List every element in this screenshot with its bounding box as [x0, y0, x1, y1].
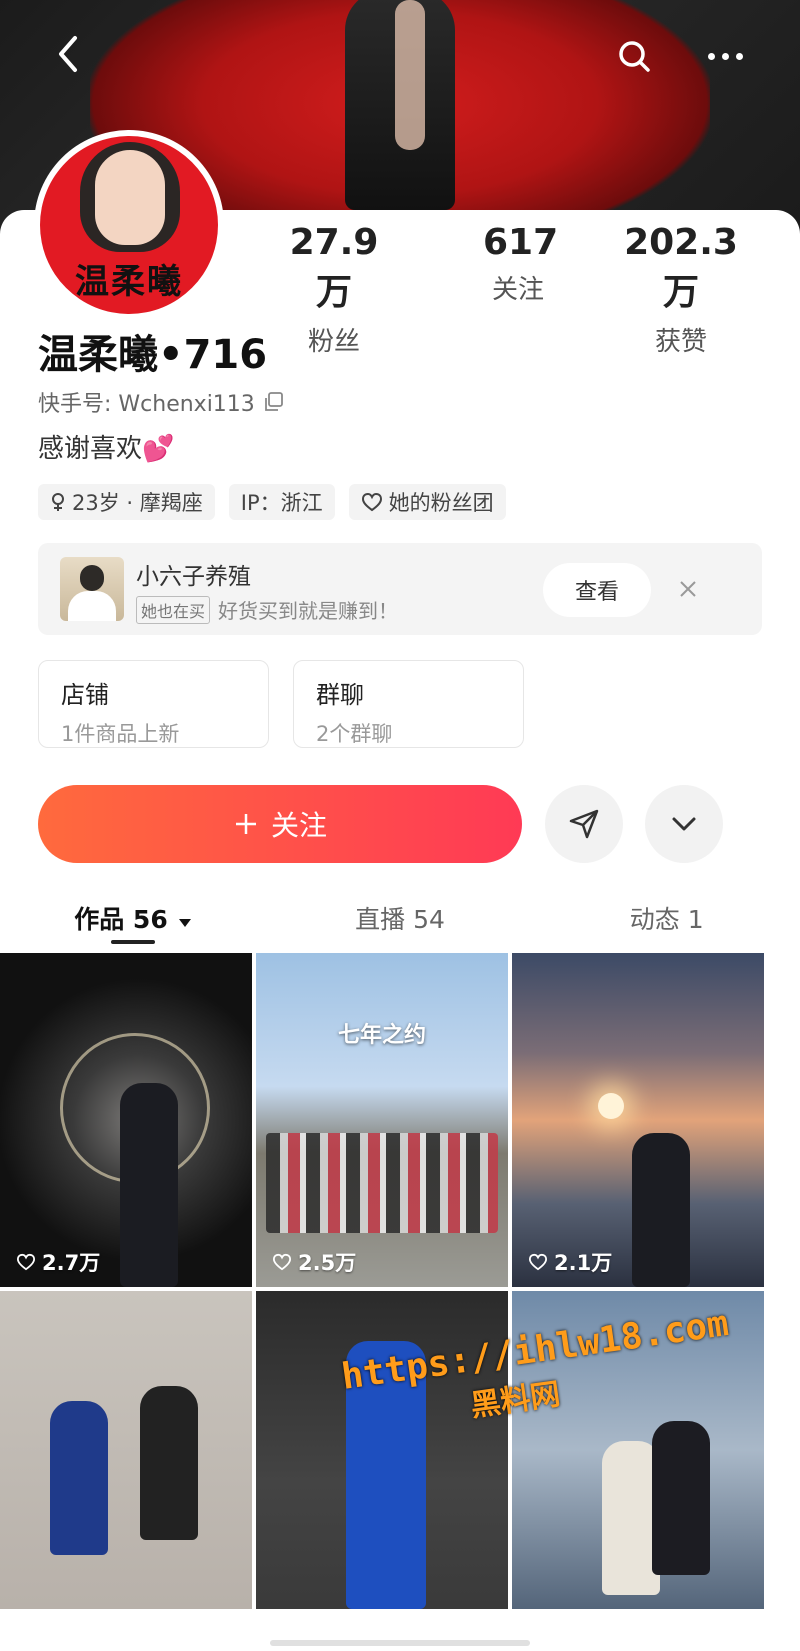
stat-fans[interactable]: 27.9万 粉丝 — [280, 222, 388, 358]
box-subtitle: 1件商品上新 — [61, 722, 180, 746]
person-silhouette — [632, 1133, 690, 1287]
content-tabs: 作品 56 直播 54 动态 1 — [0, 890, 800, 950]
dot-icon — [735, 52, 743, 60]
caret-down-icon — [179, 919, 192, 927]
search-button[interactable] — [610, 32, 658, 80]
heart-icon — [16, 1253, 36, 1271]
video-grid: 2.7万 七年之约 2.5万 2.1万 — [0, 953, 800, 1609]
profile-tags: 23岁 · 摩羯座 IP：浙江 她的粉丝团 — [38, 484, 506, 520]
video-thumbnail[interactable]: 2.1万 — [512, 953, 764, 1287]
heart-outline-icon — [361, 492, 382, 512]
avatar[interactable]: 温柔曦 — [34, 130, 224, 320]
likes-count: 2.7万 — [16, 1247, 100, 1277]
tag-age: 23岁 · 摩羯座 — [38, 484, 215, 520]
search-icon — [619, 41, 650, 72]
dot-icon — [721, 52, 729, 60]
promo-thumbnail — [60, 557, 124, 621]
tag-ip: IP：浙江 — [228, 484, 335, 520]
person-silhouette — [140, 1386, 198, 1540]
group-photo — [266, 1133, 498, 1233]
tab-label: 直播 54 — [355, 905, 445, 934]
stat-number: 27.9万 — [289, 222, 379, 313]
close-icon — [680, 581, 696, 597]
tag-fan-club[interactable]: 她的粉丝团 — [348, 484, 506, 520]
send-message-button[interactable] — [545, 785, 623, 863]
person-silhouette — [652, 1421, 710, 1575]
box-subtitle: 2个群聊 — [316, 722, 393, 746]
tab-moments[interactable]: 动态 1 — [533, 890, 800, 950]
avatar-face — [95, 150, 165, 245]
heart-icon — [528, 1253, 548, 1271]
follow-button[interactable]: 关注 — [38, 785, 522, 863]
profile-bio: 感谢喜欢💕 — [38, 434, 175, 464]
avatar-text: 温柔曦 — [75, 262, 183, 302]
promo-banner[interactable]: 小六子养殖 她也在买 好货买到就是赚到！ 查看 — [38, 543, 762, 635]
chevron-down-icon — [672, 817, 696, 831]
plus-icon — [235, 814, 256, 834]
stat-likes[interactable]: 202.3万 获赞 — [611, 222, 751, 358]
stat-label: 获赞 — [654, 327, 707, 357]
copy-icon[interactable] — [263, 391, 285, 413]
shop-box[interactable]: 店铺 1件商品上新 — [38, 660, 269, 748]
promo-title: 小六子养殖 — [136, 564, 251, 590]
promo-close-button[interactable] — [670, 571, 706, 607]
video-caption: 七年之约 — [337, 1023, 426, 1048]
dot-icon — [707, 52, 715, 60]
stat-number: 617 — [483, 222, 559, 263]
chevron-left-icon — [59, 36, 77, 72]
likes-count: 2.5万 — [272, 1247, 356, 1277]
sun — [598, 1093, 624, 1119]
stat-label: 粉丝 — [307, 327, 360, 357]
promo-badge: 她也在买 — [136, 595, 211, 624]
tag-text: IP：浙江 — [240, 491, 323, 515]
tab-works[interactable]: 作品 56 — [0, 890, 267, 950]
promo-subtitle: 她也在买 好货买到就是赚到！ — [136, 595, 398, 624]
stats-row: 27.9万 粉丝 617 关注 202.3万 获赞 — [280, 222, 751, 358]
heart-icon — [272, 1253, 292, 1271]
video-thumbnail[interactable]: 2.7万 — [0, 953, 252, 1287]
video-thumbnail[interactable]: 七年之约 2.5万 — [256, 953, 508, 1287]
box-title: 店铺 — [61, 681, 109, 709]
send-icon — [569, 809, 599, 839]
back-button[interactable] — [44, 30, 92, 78]
female-icon — [52, 493, 64, 511]
likes-text: 2.7万 — [42, 1251, 101, 1275]
user-id[interactable]: 快手号: Wchenxi113 — [38, 386, 285, 418]
stat-following[interactable]: 617 关注 — [483, 222, 559, 358]
dancer-silhouette — [120, 1083, 178, 1287]
tag-text: 她的粉丝团 — [388, 491, 494, 515]
follow-label: 关注 — [270, 809, 327, 842]
expand-button[interactable] — [645, 785, 723, 863]
home-indicator — [270, 1640, 530, 1646]
profile-name: 温柔曦•716 — [38, 332, 268, 378]
cover-person-arm — [395, 0, 425, 150]
promo-subtitle-text: 好货买到就是赚到！ — [218, 599, 399, 623]
group-chat-box[interactable]: 群聊 2个群聊 — [293, 660, 524, 748]
tab-label: 动态 1 — [629, 905, 704, 934]
likes-text: 2.5万 — [298, 1251, 357, 1275]
video-thumbnail[interactable] — [0, 1291, 252, 1609]
more-button[interactable] — [690, 32, 760, 80]
avatar-image: 温柔曦 — [40, 136, 218, 314]
tab-label: 作品 56 — [74, 905, 168, 934]
tab-live[interactable]: 直播 54 — [267, 890, 534, 950]
likes-text: 2.1万 — [554, 1251, 613, 1275]
promo-view-button[interactable]: 查看 — [543, 563, 651, 617]
person-silhouette — [50, 1401, 108, 1555]
stat-label: 关注 — [491, 275, 544, 305]
stat-number: 202.3万 — [624, 222, 738, 313]
feature-boxes: 店铺 1件商品上新 群聊 2个群聊 — [38, 660, 524, 748]
user-id-text: 快手号: Wchenxi113 — [38, 392, 255, 417]
box-title: 群聊 — [316, 681, 364, 709]
likes-count: 2.1万 — [528, 1247, 612, 1277]
tag-text: 23岁 · 摩羯座 — [72, 491, 203, 515]
